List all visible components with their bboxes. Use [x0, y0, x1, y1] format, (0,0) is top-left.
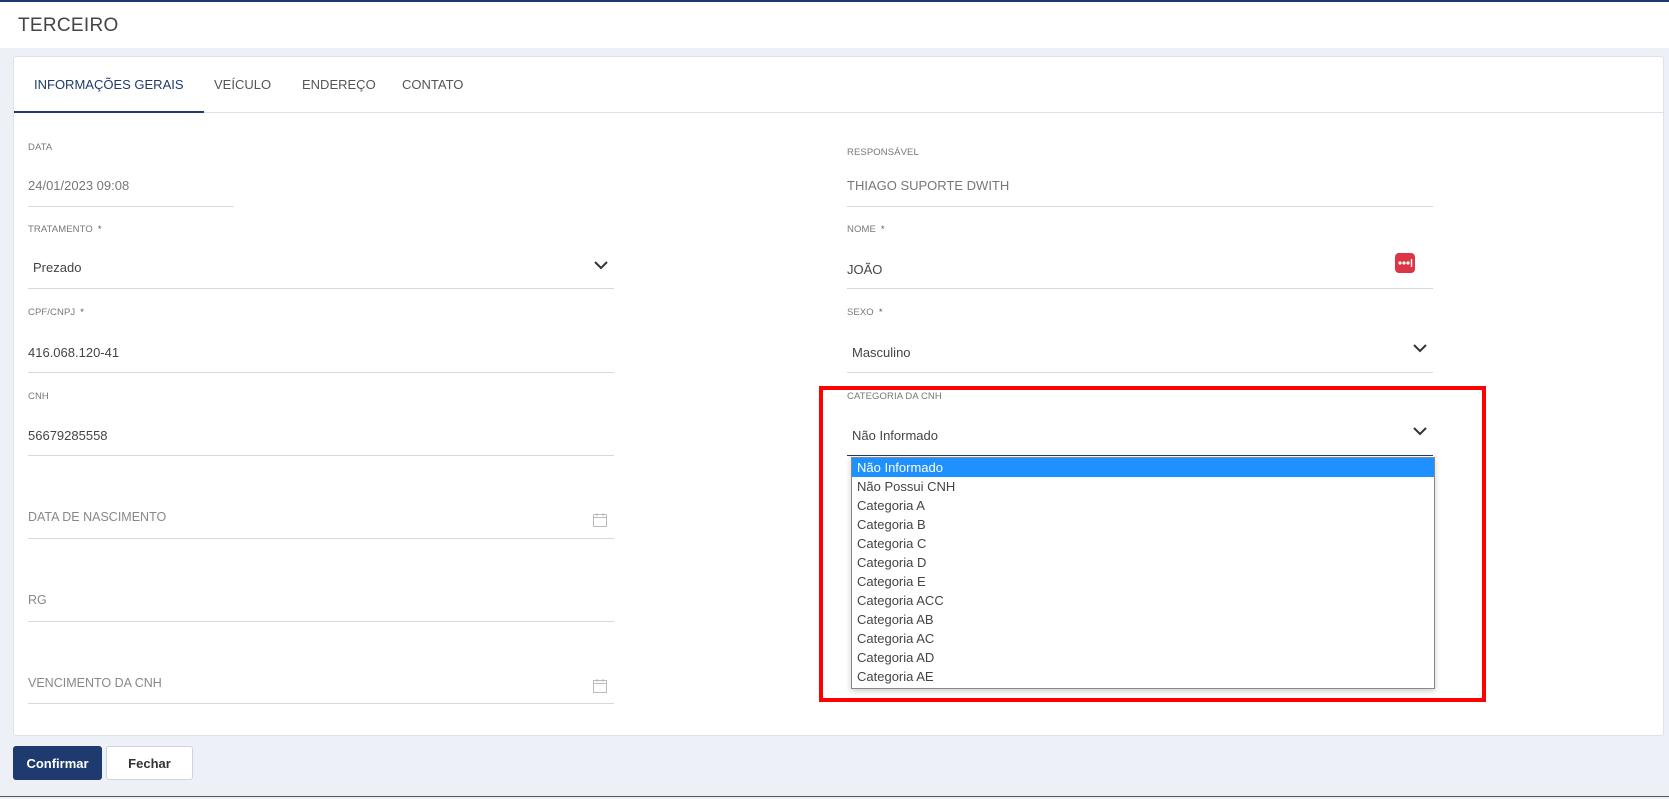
page-title: TERCEIRO: [18, 15, 119, 36]
sexo-label: SEXO *: [847, 307, 883, 318]
data-nascimento-input[interactable]: DATA DE NASCIMENTO: [28, 510, 166, 524]
cnh-label: CNH: [28, 391, 49, 402]
page-header: TERCEIRO: [0, 2, 1669, 48]
tab-endereco[interactable]: ENDEREÇO: [282, 57, 396, 112]
tab-bar: INFORMAÇÕES GERAIS VEÍCULO ENDEREÇO CONT…: [14, 57, 1663, 113]
tab-contato[interactable]: CONTATO: [382, 57, 483, 112]
confirm-button[interactable]: Confirmar: [13, 746, 102, 780]
tratamento-value: Prezado: [33, 260, 82, 275]
chevron-down-icon: [1413, 344, 1427, 353]
data-value: 24/01/2023 09:08: [28, 178, 130, 193]
nome-underline: [847, 288, 1433, 289]
nome-label: NOME *: [847, 224, 885, 235]
tratamento-label: TRATAMENTO *: [28, 224, 102, 235]
cpf-underline: [28, 372, 614, 373]
chevron-down-icon: [594, 261, 608, 270]
bottom-divider: [0, 796, 1669, 797]
cpf-label: CPF/CNPJ *: [28, 307, 85, 318]
cnh-underline: [28, 455, 614, 456]
dropdown-option[interactable]: Categoria AE: [852, 667, 1434, 686]
cpf-input[interactable]: 416.068.120-41: [28, 345, 119, 360]
tab-veiculo[interactable]: VEÍCULO: [194, 57, 291, 112]
categoria-cnh-select[interactable]: Não Informado: [847, 416, 1433, 455]
categoria-cnh-dropdown: Não Informado Não Possui CNH Categoria A…: [851, 457, 1435, 689]
data-nascimento-underline: [28, 538, 614, 539]
nome-input[interactable]: JOÃO: [847, 262, 882, 277]
dropdown-option[interactable]: Não Informado: [852, 458, 1434, 477]
dropdown-option[interactable]: Categoria D: [852, 553, 1434, 572]
responsavel-label: RESPONSÁVEL: [847, 147, 919, 158]
dropdown-option[interactable]: Categoria AB: [852, 610, 1434, 629]
dropdown-option[interactable]: Categoria AD: [852, 648, 1434, 667]
vencimento-cnh-input[interactable]: VENCIMENTO DA CNH: [28, 676, 162, 690]
sexo-value: Masculino: [852, 345, 911, 360]
tab-informacoes-gerais[interactable]: INFORMAÇÕES GERAIS: [14, 57, 204, 113]
dropdown-option[interactable]: Não Possui CNH: [852, 477, 1434, 496]
tratamento-underline: [28, 288, 614, 289]
tratamento-select[interactable]: Prezado: [28, 248, 614, 288]
categoria-cnh-value: Não Informado: [852, 428, 938, 443]
sexo-underline: [847, 372, 1433, 373]
dropdown-option[interactable]: Categoria A: [852, 496, 1434, 515]
chevron-down-icon: [1413, 427, 1427, 436]
dropdown-option[interactable]: Categoria AC: [852, 629, 1434, 648]
responsavel-underline: [847, 206, 1433, 207]
cnh-input[interactable]: 56679285558: [28, 428, 108, 443]
close-button[interactable]: Fechar: [106, 746, 193, 780]
dropdown-option[interactable]: Categoria E: [852, 572, 1434, 591]
more-dots-icon[interactable]: [1395, 253, 1415, 273]
data-underline: [28, 206, 234, 207]
dropdown-option[interactable]: Categoria B: [852, 515, 1434, 534]
calendar-icon[interactable]: [592, 678, 608, 694]
categoria-cnh-underline: [847, 455, 1433, 456]
data-label: DATA: [28, 142, 53, 153]
sexo-select[interactable]: Masculino: [847, 333, 1433, 372]
dropdown-option[interactable]: Categoria ACC: [852, 591, 1434, 610]
categoria-cnh-label: CATEGORIA DA CNH: [847, 391, 942, 402]
calendar-icon[interactable]: [592, 512, 608, 528]
rg-input[interactable]: RG: [28, 593, 47, 607]
responsavel-value: THIAGO SUPORTE DWITH: [847, 178, 1010, 193]
rg-underline: [28, 621, 614, 622]
dropdown-option[interactable]: Categoria C: [852, 534, 1434, 553]
vencimento-cnh-underline: [28, 703, 614, 704]
